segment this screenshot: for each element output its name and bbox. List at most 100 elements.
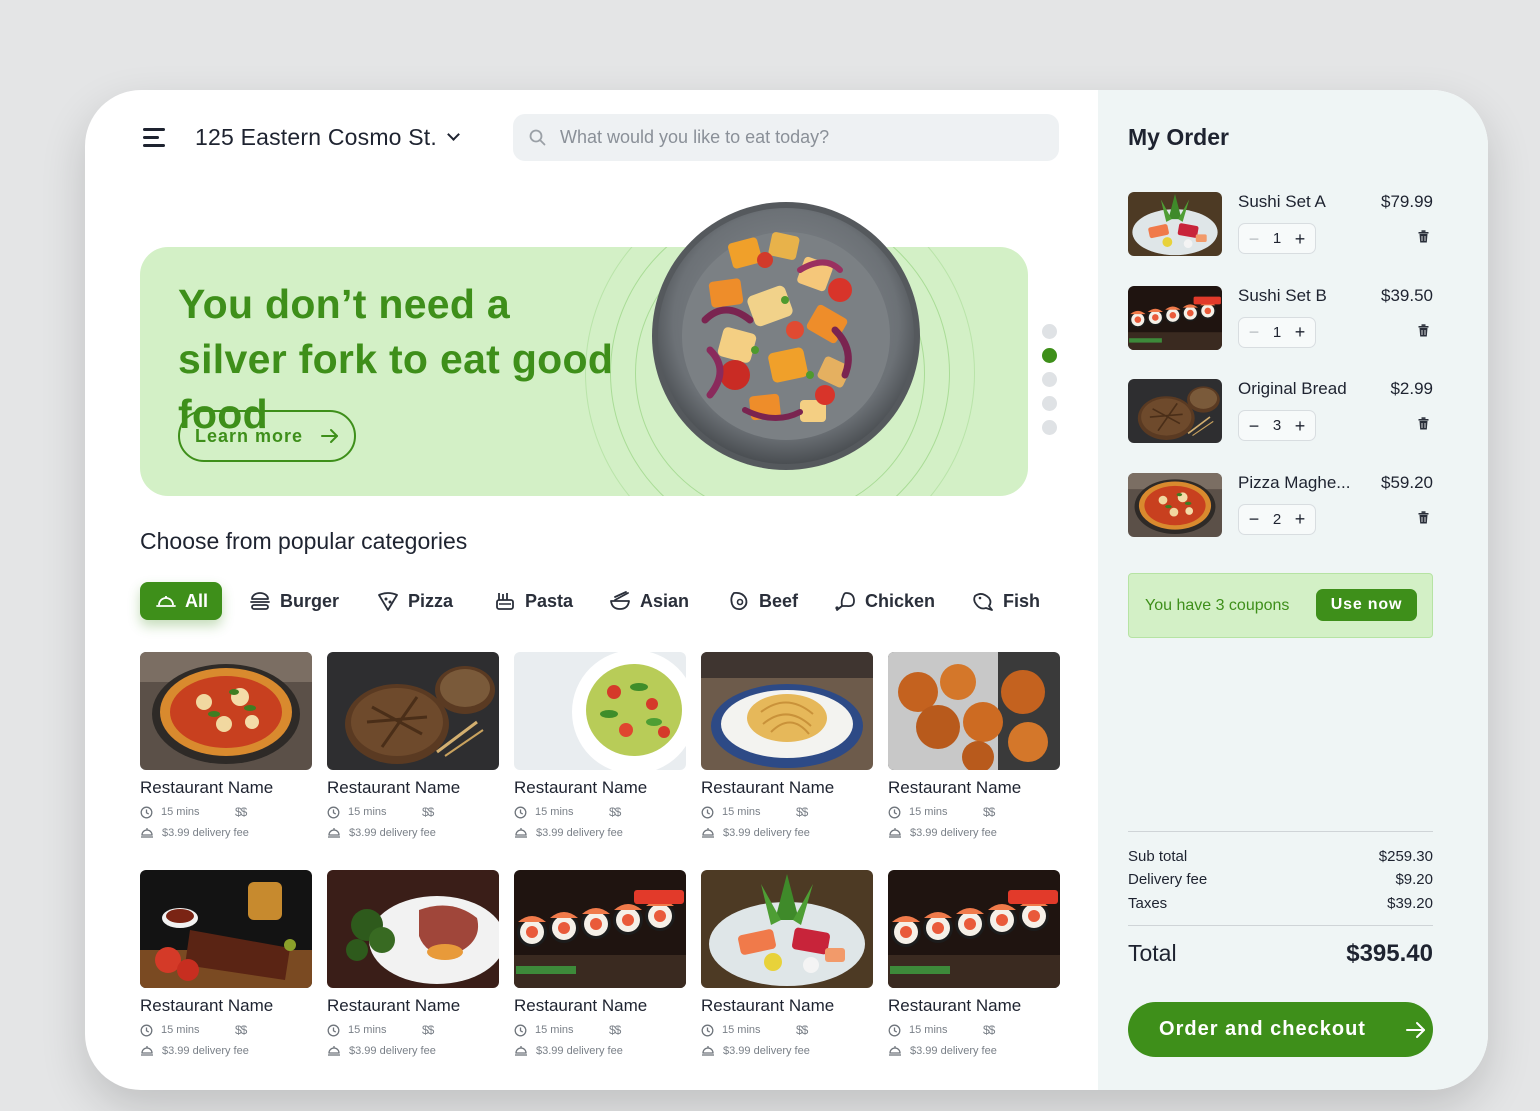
restaurant-card[interactable]: Restaurant Name 15 mins $$ $3.99 deliver… [701,870,873,1057]
order-item-name: Sushi Set B [1238,285,1327,305]
order-sidebar: My Order Sushi Set A $79.99 − 1 + Sushi … [1098,90,1488,1090]
delivery-fee: $3.99 delivery fee [327,827,499,839]
restaurant-photo [514,870,686,988]
restaurant-name: Restaurant Name [888,996,1022,1015]
chicken-leg-icon [835,592,855,611]
delivery-icon [889,828,901,838]
restaurant-card[interactable]: Restaurant Name 15 mins $$ $3.99 deliver… [514,652,686,839]
carousel-dot[interactable] [1042,420,1057,435]
restaurant-photo [327,870,499,988]
carousel-dot[interactable] [1042,348,1057,363]
order-item: Sushi Set A $79.99 − 1 + [1128,192,1433,256]
delivery-time: 15 mins [140,1024,235,1037]
category-label: Fish [1003,590,1041,611]
carousel-dot[interactable] [1042,396,1057,411]
decrease-button[interactable]: − [1247,323,1261,341]
delivery-fee-text: $3.99 delivery fee [910,827,997,839]
category-label: Pasta [525,590,574,611]
chevron-down-icon [447,128,460,141]
restaurant-card[interactable]: Restaurant Name 15 mins $$ $3.99 deliver… [140,870,312,1057]
category-label: Chicken [865,590,936,611]
category-tab-beef[interactable]: Beef [728,582,798,620]
delivery-fee-text: $3.99 delivery fee [536,1045,623,1057]
coupon-text: You have 3 coupons [1145,596,1290,614]
order-item-name: Pizza Maghe... [1238,472,1351,492]
trash-icon[interactable] [1418,510,1429,529]
delivery-icon [515,1046,527,1056]
carousel-dot[interactable] [1042,372,1057,387]
category-tab-pizza[interactable]: Pizza [377,582,453,620]
restaurant-card[interactable]: Restaurant Name 15 mins $$ $3.99 deliver… [140,652,312,839]
increase-button[interactable]: + [1293,417,1307,435]
delivery-time: 15 mins [140,806,235,819]
learn-more-button[interactable]: Learn more [178,410,356,462]
main-panel: 125 Eastern Cosmo St. You don’t need a s… [85,90,1098,1090]
trash-icon[interactable] [1418,323,1429,342]
pasta-icon [496,593,514,610]
carousel-dot[interactable] [1042,324,1057,339]
clock-icon [701,1024,714,1036]
category-tab-asian[interactable]: Asian [609,582,689,620]
hamburger-menu-icon[interactable] [143,128,167,148]
search-input[interactable] [560,127,1020,148]
checkout-label: Order and checkout [1159,1018,1366,1040]
delivery-fee: $3.99 delivery fee [140,827,312,839]
restaurant-name: Restaurant Name [701,778,835,797]
trash-icon[interactable] [1418,230,1429,248]
order-item-name: Sushi Set A [1238,192,1326,211]
clock-icon [888,806,901,818]
address-selector[interactable]: 125 Eastern Cosmo St. [195,124,460,151]
clock-icon [327,806,340,818]
restaurant-name: Restaurant Name [514,996,648,1015]
decrease-button[interactable]: − [1247,417,1261,435]
price-level: $$ [796,1023,808,1037]
restaurant-card[interactable]: Restaurant Name 15 mins $$ $3.99 deliver… [514,870,686,1057]
price-level: $$ [422,1023,434,1037]
category-tab-fish[interactable]: Fish [972,582,1040,620]
category-tab-burger[interactable]: Burger [249,582,339,620]
restaurant-name: Restaurant Name [327,778,461,797]
delivery-fee: $3.99 delivery fee [701,1045,873,1057]
price-level: $$ [235,805,247,819]
price-level: $$ [422,805,434,819]
checkout-button[interactable]: Order and checkout [1128,1002,1433,1057]
restaurant-card[interactable]: Restaurant Name 15 mins $$ $3.99 deliver… [327,870,499,1057]
category-label: Beef [759,590,799,611]
delivery-fee: $3.99 delivery fee [327,1045,499,1057]
use-coupon-button[interactable]: Use now [1316,589,1417,621]
summary-label: Taxes [1128,895,1168,912]
restaurant-meta: 15 mins $$ [888,1022,1060,1038]
restaurant-card[interactable]: Restaurant Name 15 mins $$ $3.99 deliver… [327,652,499,839]
category-tab-chicken[interactable]: Chicken [834,582,935,620]
increase-button[interactable]: + [1293,323,1307,341]
clock-icon [888,1024,901,1036]
delivery-icon [702,1046,714,1056]
order-item: Original Bread $2.99 − 3 + [1128,379,1433,443]
delivery-fee: $3.99 delivery fee [514,1045,686,1057]
increase-button[interactable]: + [1293,230,1307,248]
order-item-price: $59.20 [1381,472,1433,492]
arrow-right-icon [321,429,339,443]
restaurant-meta: 15 mins $$ [140,1022,312,1038]
restaurant-photo [327,652,499,770]
restaurant-photo [701,870,873,988]
category-tab-pasta[interactable]: Pasta [494,582,573,620]
category-tabs: All Burger Pizza Pasta Asian Beef Chicke… [140,582,1060,622]
increase-button[interactable]: + [1293,510,1307,528]
order-item: Pizza Maghe... $59.20 − 2 + [1128,472,1433,537]
decrease-button[interactable]: − [1247,510,1261,528]
restaurant-card[interactable]: Restaurant Name 15 mins $$ $3.99 deliver… [888,870,1060,1057]
trash-icon[interactable] [1418,417,1429,435]
delivery-time-text: 15 mins [161,806,200,818]
category-tab-all[interactable]: All [140,582,223,620]
restaurant-card[interactable]: Restaurant Name 15 mins $$ $3.99 deliver… [888,652,1060,839]
restaurant-photo [701,652,873,770]
quantity-value: 1 [1272,323,1282,341]
divider [1128,831,1433,832]
order-item-price: $2.99 [1390,379,1433,398]
search-bar[interactable] [513,114,1059,161]
restaurant-meta: 15 mins $$ [327,1022,499,1038]
restaurant-card[interactable]: Restaurant Name 15 mins $$ $3.99 deliver… [701,652,873,839]
delivery-fee-text: $3.99 delivery fee [349,1045,436,1057]
decrease-button[interactable]: − [1247,230,1261,248]
